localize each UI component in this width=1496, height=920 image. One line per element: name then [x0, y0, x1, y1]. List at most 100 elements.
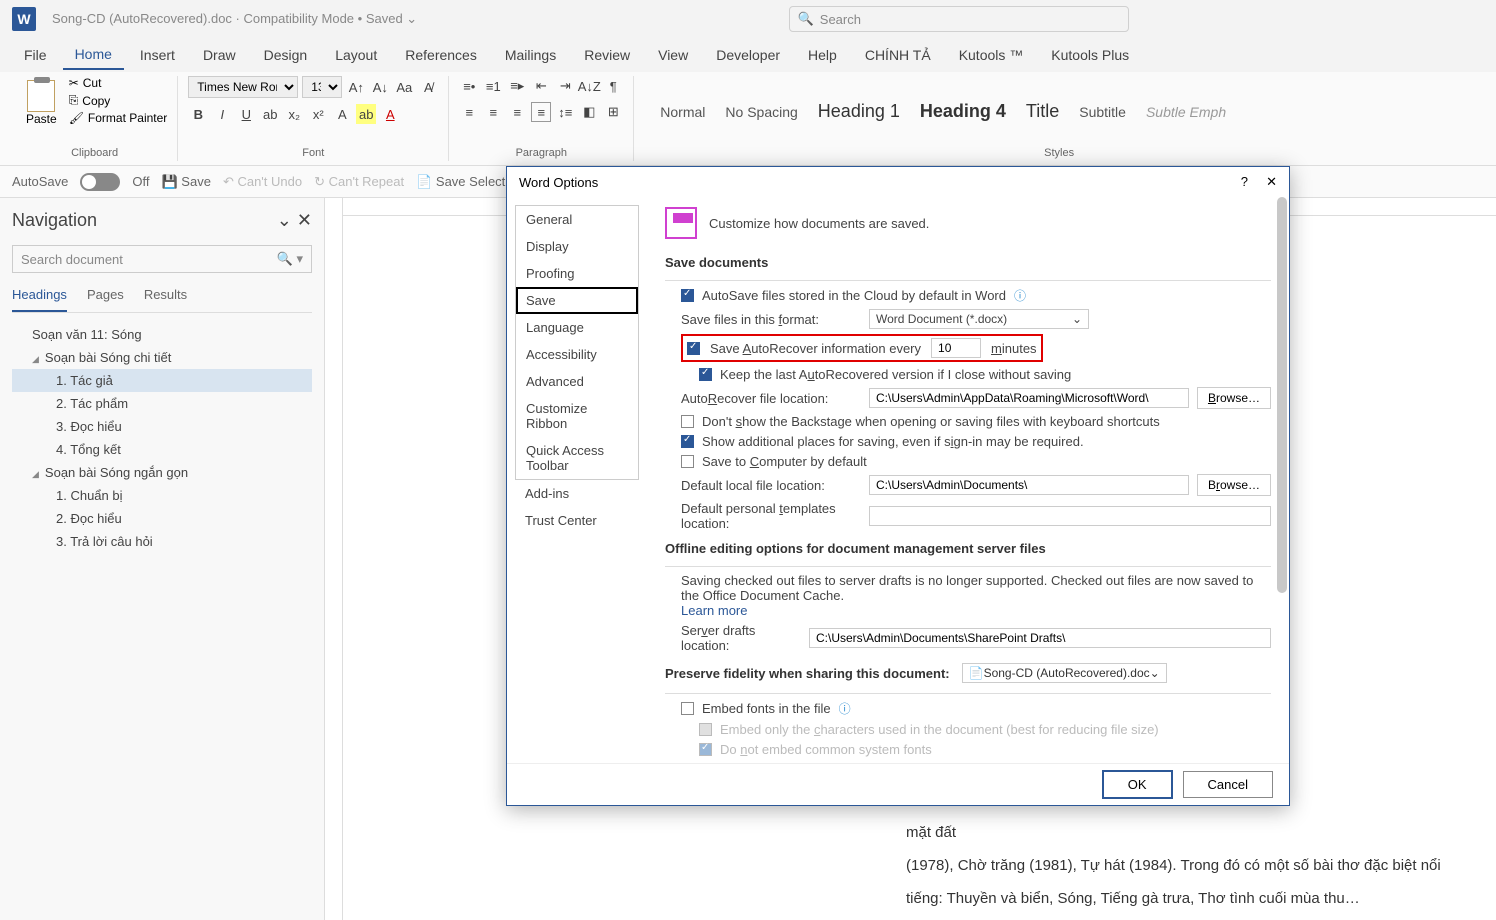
highlight-icon[interactable]: ab — [356, 104, 376, 124]
chk-embed-fonts[interactable] — [681, 702, 694, 715]
save-button[interactable]: 💾 Save — [161, 174, 210, 190]
dialog-scrollbar[interactable] — [1277, 197, 1287, 593]
nav-tab-results[interactable]: Results — [144, 287, 187, 312]
style-subtle[interactable]: Subtle Emph — [1146, 104, 1226, 120]
nav-search-input[interactable]: Search document 🔍 ▾ — [12, 245, 312, 273]
tree-item[interactable]: 2. Đọc hiểu — [12, 507, 312, 530]
increase-font-icon[interactable]: A↑ — [346, 77, 366, 97]
paste-button[interactable]: Paste — [22, 76, 61, 130]
tab-home[interactable]: Home — [63, 40, 124, 70]
numbering-icon[interactable]: ≡1 — [483, 76, 503, 96]
tree-item[interactable]: Soạn văn 11: Sóng — [12, 323, 312, 346]
style-title[interactable]: Title — [1026, 101, 1059, 122]
shading-icon[interactable]: ◧ — [579, 102, 599, 122]
search-box[interactable]: 🔍 Search — [789, 6, 1129, 32]
tree-item[interactable]: Soạn bài Sóng chi tiết — [12, 346, 312, 369]
text-effects-icon[interactable]: A — [332, 104, 352, 124]
align-left-icon[interactable]: ≡ — [459, 102, 479, 122]
align-right-icon[interactable]: ≡ — [507, 102, 527, 122]
superscript-button[interactable]: x² — [308, 104, 328, 124]
font-name-select[interactable]: Times New Roman — [188, 76, 298, 98]
increase-indent-icon[interactable]: ⇥ — [555, 76, 575, 96]
style-heading4[interactable]: Heading 4 — [920, 101, 1006, 122]
font-size-select[interactable]: 13 — [302, 76, 342, 98]
tab-design[interactable]: Design — [252, 41, 320, 69]
tab-help[interactable]: Help — [796, 41, 849, 69]
style-heading1[interactable]: Heading 1 — [818, 101, 900, 122]
nav-close-icon[interactable]: ✕ — [297, 210, 312, 230]
decrease-indent-icon[interactable]: ⇤ — [531, 76, 551, 96]
align-center-icon[interactable]: ≡ — [483, 102, 503, 122]
borders-icon[interactable]: ⊞ — [603, 102, 623, 122]
chk-keep-last[interactable] — [699, 368, 712, 381]
chk-save-computer[interactable] — [681, 455, 694, 468]
side-language[interactable]: Language — [516, 314, 638, 341]
copy-button[interactable]: ⎘ Copy — [69, 93, 168, 108]
side-proofing[interactable]: Proofing — [516, 260, 638, 287]
tab-file[interactable]: File — [12, 41, 59, 69]
ok-button[interactable]: OK — [1102, 770, 1173, 799]
sort-icon[interactable]: A↓Z — [579, 76, 599, 96]
templates-input[interactable] — [869, 506, 1271, 526]
info-icon[interactable]: ⓘ — [839, 700, 851, 717]
autorecover-minutes-input[interactable] — [931, 338, 981, 358]
chk-show-places[interactable] — [681, 435, 694, 448]
default-local-input[interactable] — [869, 475, 1189, 495]
style-nospacing[interactable]: No Spacing — [725, 104, 797, 120]
tab-draw[interactable]: Draw — [191, 41, 248, 69]
side-addins[interactable]: Add-ins — [515, 480, 639, 507]
tab-chinhta[interactable]: CHÍNH TẢ — [853, 41, 943, 69]
side-general[interactable]: General — [516, 206, 638, 233]
autosave-toggle[interactable] — [80, 173, 120, 191]
side-trust[interactable]: Trust Center — [515, 507, 639, 534]
tree-item[interactable]: Soạn bài Sóng ngắn gọn — [12, 461, 312, 484]
tree-item[interactable]: 1. Tác giả — [12, 369, 312, 392]
side-customize-ribbon[interactable]: Customize Ribbon — [516, 395, 638, 437]
cut-button[interactable]: ✂ Cut — [69, 76, 168, 90]
decrease-font-icon[interactable]: A↓ — [370, 77, 390, 97]
show-marks-icon[interactable]: ¶ — [603, 76, 623, 96]
tab-layout[interactable]: Layout — [323, 41, 389, 69]
dialog-close-icon[interactable]: ✕ — [1266, 174, 1277, 189]
format-select[interactable]: Word Document (*.docx)⌄ — [869, 309, 1089, 329]
subscript-button[interactable]: x₂ — [284, 104, 304, 124]
side-accessibility[interactable]: Accessibility — [516, 341, 638, 368]
tree-item[interactable]: 1. Chuẩn bị — [12, 484, 312, 507]
side-display[interactable]: Display — [516, 233, 638, 260]
tab-references[interactable]: References — [393, 41, 489, 69]
browse-ar-button[interactable]: Browse… — [1197, 387, 1271, 409]
strike-button[interactable]: ab — [260, 104, 280, 124]
ar-location-input[interactable] — [869, 388, 1189, 408]
clear-format-icon[interactable]: A̸ — [418, 77, 438, 97]
line-spacing-icon[interactable]: ↕≡ — [555, 102, 575, 122]
multilevel-icon[interactable]: ≡▸ — [507, 76, 527, 96]
tab-kutoolsplus[interactable]: Kutools Plus — [1039, 41, 1141, 69]
style-normal[interactable]: Normal — [660, 104, 705, 120]
tree-item[interactable]: 3. Trả lời câu hỏi — [12, 530, 312, 553]
chk-backstage[interactable] — [681, 415, 694, 428]
nav-tab-pages[interactable]: Pages — [87, 287, 124, 312]
browse-local-button[interactable]: Browse… — [1197, 474, 1271, 496]
preserve-doc-select[interactable]: 📄 Song-CD (AutoRecovered).doc ⌄ — [962, 663, 1167, 683]
side-qat[interactable]: Quick Access Toolbar — [516, 437, 638, 479]
tab-kutools[interactable]: Kutools ™ — [947, 41, 1036, 69]
change-case-icon[interactable]: Aa — [394, 77, 414, 97]
dialog-help-icon[interactable]: ? — [1241, 174, 1248, 189]
learn-more-link[interactable]: Learn more — [681, 603, 747, 618]
tree-item[interactable]: 3. Đọc hiểu — [12, 415, 312, 438]
chk-autorecover[interactable] — [687, 342, 700, 355]
tab-developer[interactable]: Developer — [704, 41, 792, 69]
bullets-icon[interactable]: ≡• — [459, 76, 479, 96]
tab-view[interactable]: View — [646, 41, 700, 69]
nav-dropdown-icon[interactable]: ⌄ — [277, 210, 292, 230]
format-painter-button[interactable]: 🖌 Format Painter — [69, 111, 168, 125]
nav-tab-headings[interactable]: Headings — [12, 287, 67, 312]
chk-autosave-cloud[interactable] — [681, 289, 694, 302]
style-subtitle[interactable]: Subtitle — [1079, 104, 1126, 120]
bold-button[interactable]: B — [188, 104, 208, 124]
italic-button[interactable]: I — [212, 104, 232, 124]
tree-item[interactable]: 2. Tác phẩm — [12, 392, 312, 415]
info-icon[interactable]: ⓘ — [1014, 287, 1026, 304]
tree-item[interactable]: 4. Tổng kết — [12, 438, 312, 461]
repeat-button[interactable]: ↻ Can't Repeat — [314, 174, 404, 190]
